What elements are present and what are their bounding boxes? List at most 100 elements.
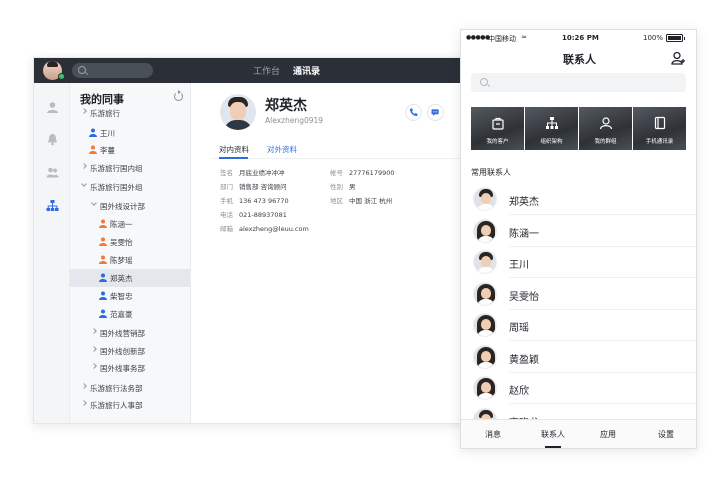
avatar xyxy=(473,376,497,400)
message-button[interactable] xyxy=(427,104,444,121)
group-icon[interactable] xyxy=(46,166,59,179)
chevron-right-icon[interactable] xyxy=(91,328,97,334)
contact-row[interactable]: 吴雯怡 xyxy=(461,279,696,310)
avatar xyxy=(473,281,497,306)
contact-name: 黄盈颖 xyxy=(509,354,539,366)
tree-item-label: 乐游旅行 xyxy=(90,109,120,118)
tree-person[interactable]: 郑英杰 xyxy=(70,269,190,287)
tree-person[interactable]: 陈梦瑶 xyxy=(70,251,190,269)
refresh-icon[interactable] xyxy=(174,90,183,101)
chevron-right-icon[interactable] xyxy=(91,363,97,369)
tab-messages[interactable]: 消息 xyxy=(473,429,513,440)
field-label: 手机 xyxy=(220,197,233,205)
contact-name: 周瑶 xyxy=(509,323,529,334)
tree-item-label: 乐游旅行人事部 xyxy=(90,401,143,410)
tree-group[interactable]: 乐游旅行人事部 xyxy=(70,396,190,414)
org-chart-icon[interactable] xyxy=(46,199,59,212)
tree-item-label: 国外线创新部 xyxy=(100,347,145,356)
tab-contacts[interactable]: 联系人 xyxy=(533,429,573,440)
search-input[interactable] xyxy=(72,63,153,78)
person-icon[interactable] xyxy=(46,101,59,114)
tree-group[interactable]: 乐游旅行国内组 xyxy=(70,159,190,177)
call-button[interactable] xyxy=(405,104,422,121)
field-label: 邮箱 xyxy=(220,225,233,233)
tree-group[interactable]: 乐游旅行国外组 xyxy=(70,178,190,196)
field-row: 地区 中国 浙江 杭州 xyxy=(330,195,392,205)
chevron-down-icon[interactable] xyxy=(91,200,97,206)
tree-item-label: 陈涵一 xyxy=(110,220,133,229)
tree-item-label: 吴雯怡 xyxy=(110,238,133,247)
tree-group[interactable]: 国外线创新部 xyxy=(70,342,190,360)
tree-person[interactable]: 范嘉豪 xyxy=(70,305,190,323)
left-icon-bar xyxy=(34,83,70,423)
field-row: 帐号 27776179900 xyxy=(330,167,395,177)
tree-person[interactable]: 王川 xyxy=(70,124,190,142)
tree-item-label: 柴智忠 xyxy=(110,292,133,301)
tab-contacts[interactable]: 通讯录 xyxy=(293,64,320,77)
tree-item-label: 乐游旅行国外组 xyxy=(90,183,143,192)
field-row: 性别男 xyxy=(330,181,356,191)
avatar xyxy=(473,250,497,274)
quick-tile[interactable]: 我的群组 xyxy=(579,107,632,150)
tab-internal-info[interactable]: 对内资料 xyxy=(219,144,249,155)
online-status-dot xyxy=(58,73,65,80)
contact-detail-panel: 郑英杰 Alexzheng0919 对内资料 对外资料 签名 月底业绩冲冲冲 部门销… xyxy=(191,83,472,423)
bell-icon[interactable] xyxy=(46,133,59,146)
tree-item-label: 范嘉豪 xyxy=(110,310,133,319)
chevron-right-icon[interactable] xyxy=(91,346,97,352)
contact-row[interactable]: 郑英杰 xyxy=(461,184,696,215)
phone-screen: ●●●●● 中国移动 ≈ 10:26 PM 100% 联系人 我的客户 组织架构 我… xyxy=(460,29,697,449)
search-input[interactable] xyxy=(471,73,686,92)
tab-apps[interactable]: 应用 xyxy=(588,429,628,440)
chevron-right-icon[interactable] xyxy=(81,383,87,389)
tree-group[interactable]: 国外线事务部 xyxy=(70,359,190,377)
chevron-right-icon[interactable] xyxy=(81,108,87,114)
active-tab-indicator xyxy=(545,446,561,448)
quick-tile[interactable]: 手机通讯录 xyxy=(633,107,686,150)
avatar xyxy=(473,187,497,211)
contact-row[interactable]: 周瑶 xyxy=(461,310,696,341)
tile-label: 我的群组 xyxy=(594,139,617,145)
person-icon xyxy=(99,255,107,264)
contact-row[interactable]: 黄盈颖 xyxy=(461,342,696,373)
search-icon xyxy=(78,66,86,74)
field-value: alexzheng@leuu.com xyxy=(239,225,309,233)
avatar xyxy=(473,344,497,369)
tabs-divider xyxy=(211,158,466,159)
avatar xyxy=(473,313,497,337)
tree-item-label: 陈梦瑶 xyxy=(110,256,133,265)
field-label: 地区 xyxy=(330,197,343,205)
contact-name: 王川 xyxy=(509,260,529,271)
tab-settings[interactable]: 设置 xyxy=(646,429,686,440)
carrier-label: 中国移动 xyxy=(488,35,516,43)
field-value: 销售部 咨询顾问 xyxy=(239,183,287,191)
tree-group[interactable]: 乐游旅行 xyxy=(70,104,190,122)
contact-name: 吴雯怡 xyxy=(509,291,539,303)
contact-row[interactable]: 王川 xyxy=(461,247,696,278)
chevron-right-icon[interactable] xyxy=(81,400,87,406)
tree-item-label: 王川 xyxy=(100,129,115,138)
tree-group[interactable]: 乐游旅行法务部 xyxy=(70,379,190,397)
tree-item-label: 乐游旅行国内组 xyxy=(90,164,143,173)
desktop-window: 工作台 通讯录 我的同事 乐游旅行 王川 李蔓 乐游旅行国内组 乐游旅行国外组 国外线设计… xyxy=(33,57,473,424)
tree-person[interactable]: 陈涵一 xyxy=(70,215,190,233)
tree-person[interactable]: 柴智忠 xyxy=(70,287,190,305)
quick-tile[interactable]: 我的客户 xyxy=(471,107,524,150)
field-label: 签名 xyxy=(220,169,233,177)
field-label: 电话 xyxy=(220,211,233,219)
bag-icon xyxy=(492,117,504,130)
tile-label: 组织架构 xyxy=(540,139,563,145)
contact-name: 赵欣 xyxy=(509,386,529,397)
add-contact-icon[interactable] xyxy=(671,51,685,65)
tree-group[interactable]: 国外线营销部 xyxy=(70,324,190,342)
tree-group[interactable]: 国外线设计部 xyxy=(70,197,190,215)
contact-row[interactable]: 赵欣 xyxy=(461,373,696,404)
tree-person[interactable]: 李蔓 xyxy=(70,141,190,159)
quick-tile[interactable]: 组织架构 xyxy=(525,107,578,150)
contact-row[interactable]: 陈涵一 xyxy=(461,216,696,247)
chevron-right-icon[interactable] xyxy=(81,163,87,169)
tree-person[interactable]: 吴雯怡 xyxy=(70,233,190,251)
chevron-down-icon[interactable] xyxy=(81,181,87,187)
tab-workbench[interactable]: 工作台 xyxy=(253,64,280,77)
tab-external-info[interactable]: 对外资料 xyxy=(267,144,297,155)
